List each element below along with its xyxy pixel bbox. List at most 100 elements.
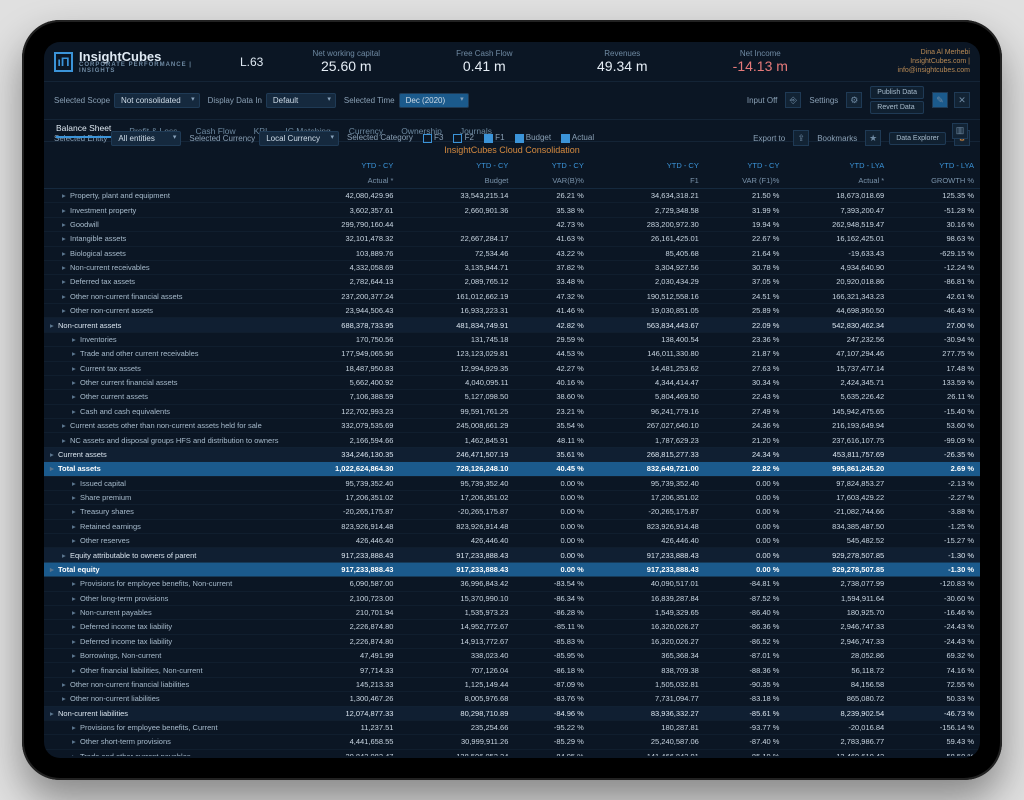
table-row[interactable]: ▸Deferred income tax liability2,226,874.… — [44, 634, 980, 648]
table-row[interactable]: ▸Deferred tax assets2,782,644.132,089,76… — [44, 275, 980, 289]
tab-balance-sheet[interactable]: Balance Sheet — [56, 123, 111, 138]
table-row[interactable]: ▸Non-current receivables4,332,058.693,13… — [44, 260, 980, 274]
chevron-right-icon[interactable]: ▸ — [62, 694, 70, 703]
table-row[interactable]: ▸Other reserves426,446.40426,446.400.00 … — [44, 534, 980, 548]
table-row[interactable]: ▸Intangible assets32,101,478.3222,667,28… — [44, 232, 980, 246]
table-row[interactable]: ▸Biological assets103,889.7672,534.4643.… — [44, 246, 980, 260]
chevron-right-icon[interactable]: ▸ — [72, 723, 80, 732]
chevron-right-icon[interactable]: ▸ — [62, 292, 70, 301]
close-icon[interactable]: ✕ — [954, 92, 970, 108]
table-row[interactable]: ▸Other long-term provisions2,100,723.001… — [44, 591, 980, 605]
publish-button[interactable]: Publish Data — [870, 86, 924, 99]
table-row[interactable]: ▸Other non-current assets23,944,506.4316… — [44, 304, 980, 318]
col-header[interactable]: VAR (F1)% — [705, 173, 786, 189]
gear-icon[interactable]: ⚙ — [846, 92, 862, 108]
chevron-right-icon[interactable]: ▸ — [50, 709, 58, 718]
currency-select[interactable]: Local Currency — [259, 131, 339, 146]
table-row[interactable]: ▸Other current assets7,106,388.595,127,0… — [44, 390, 980, 404]
category-checkbox[interactable]: Actual — [561, 133, 594, 142]
chevron-right-icon[interactable]: ▸ — [62, 306, 70, 315]
input-toggle-icon[interactable]: ⎆ — [785, 92, 801, 108]
chevron-right-icon[interactable]: ▸ — [72, 507, 80, 516]
chevron-right-icon[interactable]: ▸ — [62, 421, 70, 430]
table-row[interactable]: ▸Provisions for employee benefits, Curre… — [44, 720, 980, 734]
col-header[interactable]: Budget — [399, 173, 514, 189]
chevron-right-icon[interactable]: ▸ — [72, 579, 80, 588]
table-row[interactable]: ▸Issued capital95,739,352.4095,739,352.4… — [44, 476, 980, 490]
chevron-right-icon[interactable]: ▸ — [72, 651, 80, 660]
chevron-right-icon[interactable]: ▸ — [50, 321, 58, 330]
table-row[interactable]: ▸Other financial liabilities, Non-curren… — [44, 663, 980, 677]
chevron-right-icon[interactable]: ▸ — [62, 206, 70, 215]
table-row[interactable]: ▸Equity attributable to owners of parent… — [44, 548, 980, 562]
chevron-right-icon[interactable]: ▸ — [50, 565, 58, 574]
tab-cash-flow[interactable]: Cash Flow — [195, 126, 235, 136]
explorer-button[interactable]: Data Explorer — [889, 132, 946, 145]
entity-select[interactable]: All entities — [111, 131, 181, 146]
chevron-right-icon[interactable]: ▸ — [50, 450, 58, 459]
chevron-right-icon[interactable]: ▸ — [62, 191, 70, 200]
table-row[interactable]: ▸Trade and other current receivables177,… — [44, 347, 980, 361]
tab-journals[interactable]: Journals — [460, 126, 492, 136]
chevron-right-icon[interactable]: ▸ — [72, 622, 80, 631]
table-row[interactable]: ▸Non-current payables210,701.941,535,973… — [44, 605, 980, 619]
table-row[interactable]: ▸Total equity917,233,888.43917,233,888.4… — [44, 562, 980, 576]
table-row[interactable]: ▸Current assets334,246,130.35246,471,507… — [44, 447, 980, 461]
table-row[interactable]: ▸Other non-current financial assets237,2… — [44, 289, 980, 303]
comment-icon[interactable]: ✎ — [932, 92, 948, 108]
chevron-right-icon[interactable]: ▸ — [72, 407, 80, 416]
chevron-right-icon[interactable]: ▸ — [62, 249, 70, 258]
scope-select[interactable]: Not consolidated — [114, 93, 200, 108]
table-row[interactable]: ▸Inventories170,750.56131,745.1829.59 %1… — [44, 332, 980, 346]
chevron-right-icon[interactable]: ▸ — [72, 364, 80, 373]
col-header[interactable]: GROWTH % — [890, 173, 980, 189]
col-header[interactable]: Actual * — [785, 173, 890, 189]
table-row[interactable]: ▸Total assets1,022,624,864.30728,126,248… — [44, 462, 980, 476]
table-row[interactable]: ▸Share premium17,206,351.0217,206,351.02… — [44, 490, 980, 504]
tab-ownership[interactable]: Ownership — [401, 126, 442, 136]
chevron-right-icon[interactable]: ▸ — [62, 680, 70, 689]
bookmark-icon[interactable]: ★ — [865, 130, 881, 146]
col-header[interactable]: VAR(B)% — [514, 173, 589, 189]
table-row[interactable]: ▸Non-current liabilities12,074,877.3380,… — [44, 706, 980, 720]
chevron-right-icon[interactable]: ▸ — [72, 493, 80, 502]
table-row[interactable]: ▸Retained earnings823,926,914.48823,926,… — [44, 519, 980, 533]
tab-currency[interactable]: Currency — [349, 126, 383, 136]
col-header[interactable]: Actual * — [284, 173, 399, 189]
chevron-right-icon[interactable]: ▸ — [72, 522, 80, 531]
chevron-right-icon[interactable]: ▸ — [72, 479, 80, 488]
table-row[interactable]: ▸Current tax assets18,487,950.8312,994,9… — [44, 361, 980, 375]
table-row[interactable]: ▸Cash and cash equivalents122,702,993.23… — [44, 404, 980, 418]
chevron-right-icon[interactable]: ▸ — [62, 263, 70, 272]
category-checkbox[interactable]: Budget — [515, 133, 552, 142]
chevron-right-icon[interactable]: ▸ — [62, 436, 70, 445]
export-icon[interactable]: ⇪ — [793, 130, 809, 146]
table-row[interactable]: ▸Trade and other current payables20,842,… — [44, 749, 980, 756]
chevron-right-icon[interactable]: ▸ — [72, 594, 80, 603]
table-row[interactable]: ▸Non-current assets688,378,733.95481,834… — [44, 318, 980, 332]
table-row[interactable]: ▸Property, plant and equipment42,080,429… — [44, 189, 980, 203]
chevron-right-icon[interactable]: ▸ — [72, 752, 80, 756]
chevron-right-icon[interactable]: ▸ — [72, 349, 80, 358]
table-row[interactable]: ▸Deferred income tax liability2,226,874.… — [44, 620, 980, 634]
revert-button[interactable]: Revert Data — [870, 101, 924, 114]
chevron-right-icon[interactable]: ▸ — [72, 378, 80, 387]
chevron-right-icon[interactable]: ▸ — [72, 536, 80, 545]
chevron-right-icon[interactable]: ▸ — [62, 551, 70, 560]
table-row[interactable]: ▸Other short-term provisions4,441,658.55… — [44, 735, 980, 749]
chevron-right-icon[interactable]: ▸ — [72, 737, 80, 746]
table-row[interactable]: ▸Goodwill299,790,160.4442.73 %283,200,97… — [44, 217, 980, 231]
chevron-right-icon[interactable]: ▸ — [72, 608, 80, 617]
table-row[interactable]: ▸Treasury shares-20,265,175.87-20,265,17… — [44, 505, 980, 519]
chevron-right-icon[interactable]: ▸ — [72, 666, 80, 675]
chevron-right-icon[interactable]: ▸ — [62, 220, 70, 229]
chevron-right-icon[interactable]: ▸ — [72, 392, 80, 401]
chevron-right-icon[interactable]: ▸ — [72, 637, 80, 646]
chevron-right-icon[interactable]: ▸ — [72, 335, 80, 344]
time-select[interactable]: Dec (2020) — [399, 93, 469, 108]
col-header[interactable]: F1 — [590, 173, 705, 189]
table-row[interactable]: ▸Borrowings, Non-current47,491.99338,023… — [44, 649, 980, 663]
display-select[interactable]: Default — [266, 93, 336, 108]
chevron-right-icon[interactable]: ▸ — [62, 277, 70, 286]
chevron-right-icon[interactable]: ▸ — [62, 234, 70, 243]
